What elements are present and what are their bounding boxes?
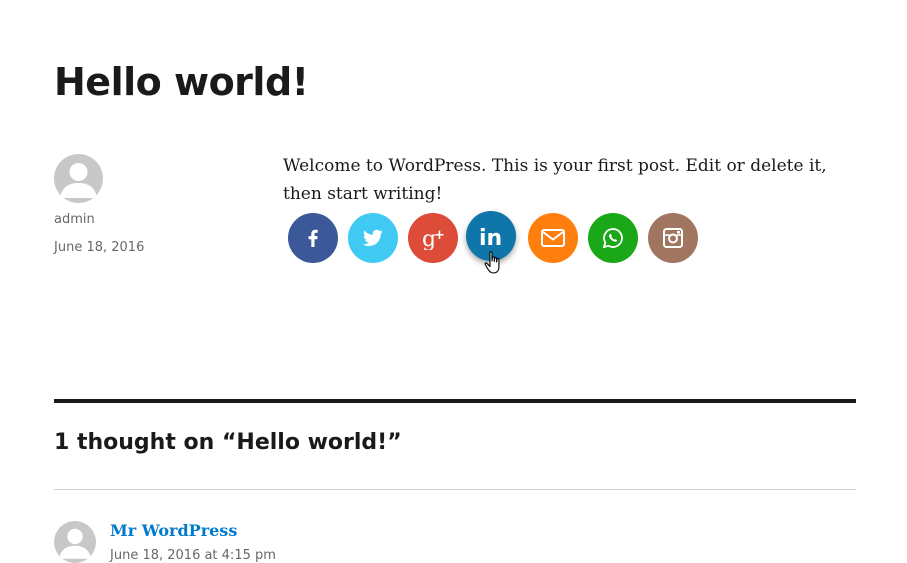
user-silhouette-icon bbox=[59, 528, 91, 559]
twitter-share-button[interactable] bbox=[348, 213, 398, 263]
comment-date[interactable]: June 18, 2016 at 4:15 pm bbox=[110, 548, 276, 563]
whatsapp-icon bbox=[602, 228, 623, 249]
twitter-icon bbox=[362, 229, 383, 246]
instagram-share-button[interactable] bbox=[648, 213, 698, 263]
user-silhouette-icon bbox=[60, 163, 97, 198]
email-icon bbox=[541, 229, 565, 247]
author-name[interactable]: admin bbox=[54, 212, 95, 227]
google-plus-icon: g + bbox=[422, 227, 445, 250]
instagram-icon bbox=[663, 228, 683, 248]
facebook-share-button[interactable] bbox=[288, 213, 338, 263]
whatsapp-share-button[interactable] bbox=[588, 213, 638, 263]
linkedin-icon: in bbox=[479, 226, 502, 248]
email-share-button[interactable] bbox=[528, 213, 578, 263]
comment-list-divider bbox=[54, 489, 856, 490]
comment-avatar bbox=[54, 521, 96, 563]
hand-cursor-icon bbox=[484, 251, 500, 274]
svg-text:in: in bbox=[479, 226, 502, 248]
svg-text:+: + bbox=[434, 228, 445, 243]
author-avatar[interactable] bbox=[54, 154, 103, 203]
comments-divider bbox=[54, 399, 856, 403]
comments-title: 1 thought on “Hello world!” bbox=[54, 430, 402, 455]
post-date[interactable]: June 18, 2016 bbox=[54, 240, 144, 255]
comment-author-link[interactable]: Mr WordPress bbox=[110, 521, 237, 540]
facebook-icon bbox=[308, 229, 318, 247]
google-plus-share-button[interactable]: g + bbox=[408, 213, 458, 263]
post-title[interactable]: Hello world! bbox=[54, 60, 309, 104]
post-content: Welcome to WordPress. This is your first… bbox=[283, 156, 827, 204]
